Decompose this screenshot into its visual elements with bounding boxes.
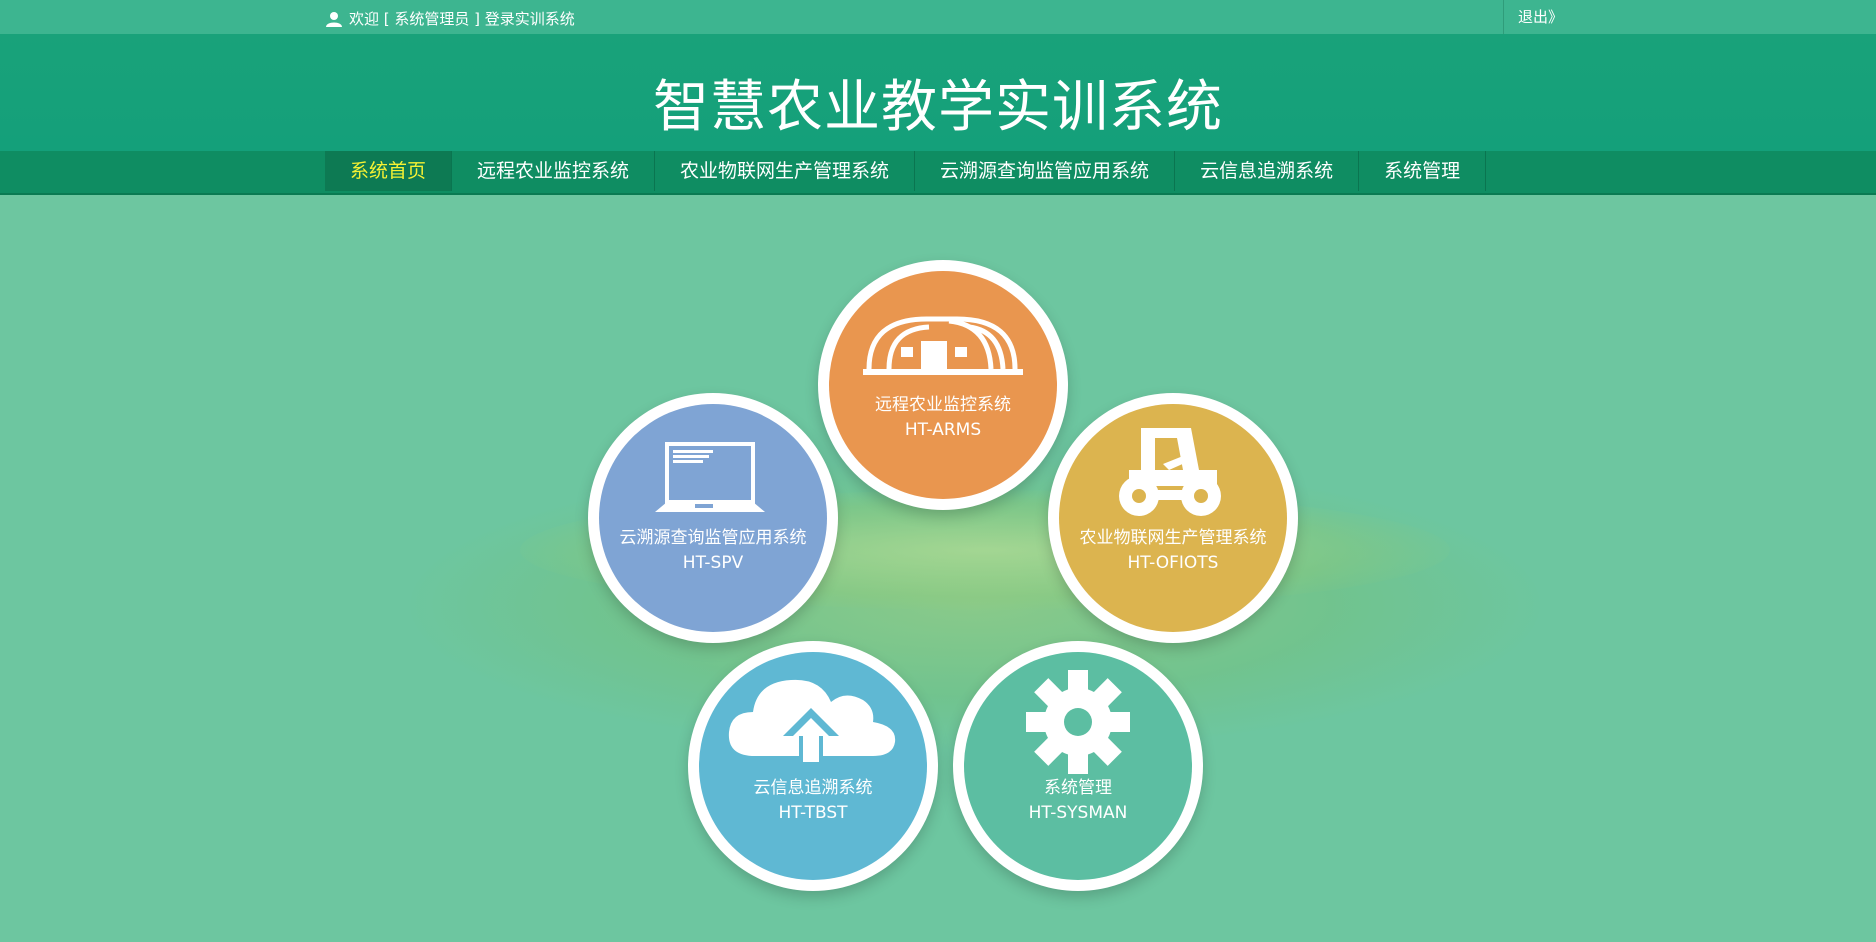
- module-tbst-code: HT-TBST: [778, 803, 848, 823]
- tractor-icon: [1119, 428, 1221, 516]
- main-nav: 系统首页 远程农业监控系统 农业物联网生产管理系统 云溯源查询监管应用系统 云信…: [0, 151, 1876, 195]
- module-ofiots-code: HT-OFIOTS: [1127, 553, 1219, 573]
- module-tbst[interactable]: 云信息追溯系统 HT-TBST: [688, 641, 938, 891]
- welcome-area: 欢迎 [ 系统管理员 ] 登录实训系统: [325, 8, 575, 29]
- nav-item-cloud-trace[interactable]: 云信息追溯系统: [1175, 151, 1360, 191]
- nav-item-home[interactable]: 系统首页: [325, 151, 453, 191]
- module-ofiots-disc: 农业物联网生产管理系统 HT-OFIOTS: [1059, 404, 1287, 632]
- module-spv-name: 云溯源查询监管应用系统: [619, 528, 807, 548]
- module-arms-disc: 远程农业监控系统 HT-ARMS: [829, 271, 1057, 499]
- nav-item-traceability-query[interactable]: 云溯源查询监管应用系统: [915, 151, 1176, 191]
- nav-item-system-admin[interactable]: 系统管理: [1359, 151, 1487, 191]
- module-spv[interactable]: 云溯源查询监管应用系统 HT-SPV: [588, 393, 838, 643]
- page-title: 智慧农业教学实训系统: [653, 75, 1223, 140]
- module-spv-code: HT-SPV: [682, 553, 744, 573]
- module-arms[interactable]: 远程农业监控系统 HT-ARMS: [818, 260, 1068, 510]
- module-ofiots[interactable]: 农业物联网生产管理系统 HT-OFIOTS: [1048, 393, 1298, 643]
- module-sysman[interactable]: 系统管理 HT-SYSMAN: [953, 641, 1203, 891]
- module-arms-name: 远程农业监控系统: [875, 395, 1011, 415]
- module-tbst-disc: 云信息追溯系统 HT-TBST: [699, 652, 927, 880]
- laptop-icon: [655, 442, 765, 512]
- module-sysman-name: 系统管理: [1044, 778, 1112, 798]
- module-spv-disc: 云溯源查询监管应用系统 HT-SPV: [599, 404, 827, 632]
- user-icon: [326, 11, 342, 27]
- gear-icon: [1026, 670, 1130, 774]
- module-sysman-disc: 系统管理 HT-SYSMAN: [964, 652, 1192, 880]
- cloud-upload-icon: [728, 679, 896, 766]
- nav-item-remote-monitor[interactable]: 远程农业监控系统: [452, 151, 656, 191]
- module-sysman-code: HT-SYSMAN: [1028, 803, 1128, 823]
- greenhouse-icon: [863, 316, 1023, 375]
- top-bar: 欢迎 [ 系统管理员 ] 登录实训系统 退出》: [0, 0, 1876, 34]
- module-ofiots-name: 农业物联网生产管理系统: [1079, 528, 1267, 548]
- logout-link[interactable]: 退出》: [1503, 0, 1603, 34]
- nav-item-iot-production[interactable]: 农业物联网生产管理系统: [655, 151, 916, 191]
- module-arms-code: HT-ARMS: [904, 420, 982, 440]
- header-banner: 智慧农业教学实训系统: [0, 34, 1876, 151]
- welcome-text: 欢迎 [ 系统管理员 ] 登录实训系统: [349, 10, 575, 28]
- module-tbst-name: 云信息追溯系统: [753, 778, 873, 798]
